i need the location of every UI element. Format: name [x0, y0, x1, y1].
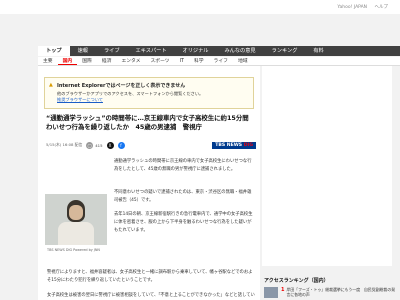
- notice-title: Internet Explorerではページを正しく表示できません: [57, 83, 186, 89]
- help-link[interactable]: ヘルプ: [375, 5, 389, 10]
- publish-date: 5/15(木) 16:08 配信: [46, 142, 83, 147]
- global-nav: トップ 速報 ライブ エキスパート オリジナル みんなの意見 ランキング 有料: [38, 46, 400, 56]
- top-links: Yahoo! JAPAN ヘルプ: [331, 4, 388, 10]
- nav-top[interactable]: トップ: [38, 46, 70, 56]
- tab-international[interactable]: 国際: [77, 57, 97, 65]
- tab-it[interactable]: IT: [175, 57, 189, 65]
- nav-expert[interactable]: エキスパート: [128, 46, 175, 56]
- tab-main[interactable]: 主要: [38, 57, 58, 65]
- article-paragraph-4: 警視庁によりますと、福井容疑者は、女子高校生と一緒に調布駅から乗車していて、幡ヶ…: [47, 270, 253, 283]
- ranking-title: アクセスランキング（国内）: [264, 278, 329, 284]
- article-meta: 5/15(木) 16:08 配信 ◯ 415 X f TBS NEWS DIG: [46, 140, 256, 150]
- tab-local[interactable]: 地域: [233, 57, 253, 65]
- article-title: “通勤通学ラッシュ”の時間帯に…京王線車内で女子高校生に約15分間わいせつ行為を…: [46, 114, 249, 132]
- sidebar-blank: [262, 66, 392, 266]
- ranking-item[interactable]: 1 岸田「フーズ・トゥ」総裁選挙にもう一度 自民党副総裁の発言に各地の声: [264, 287, 398, 298]
- x-share-icon[interactable]: X: [106, 141, 114, 149]
- article-panel: ▲ Internet Explorerではページを正しく表示できません 他のブラ…: [38, 66, 260, 300]
- article-paragraph-5: 女子高校生は被害の翌日に警視庁に被害相談をしていて、「不意と上ることができなかっ…: [47, 293, 255, 298]
- article-photo[interactable]: [45, 194, 107, 245]
- tab-sports[interactable]: スポーツ: [145, 57, 174, 65]
- article-paragraph-2: 不同意わいせつの疑いで逮捕されたのは、東京・渋谷区の無職・福井雄司被告（45）で…: [114, 190, 252, 203]
- tab-science[interactable]: 科学: [189, 57, 209, 65]
- nav-opinion[interactable]: みんなの意見: [216, 46, 263, 56]
- comment-count[interactable]: 415: [95, 143, 102, 148]
- yahoo-japan-link[interactable]: Yahoo! JAPAN: [337, 5, 367, 10]
- article-paragraph-1: 通勤通学ラッシュの時間帯に京王線の車内で女子高校生にわいせつな行為をしたとして、…: [114, 159, 252, 172]
- source-logo[interactable]: TBS NEWS DIG: [212, 141, 256, 149]
- tab-entertainment[interactable]: エンタメ: [116, 57, 145, 65]
- ranking-thumbnail: [264, 287, 278, 298]
- browser-notice: ▲ Internet Explorerではページを正しく表示できません 他のブラ…: [44, 77, 254, 109]
- category-nav: 主要 国内 国際 経済 エンタメ スポーツ IT 科学 ライフ 地域: [38, 57, 400, 66]
- ranking-text: 岸田「フーズ・トゥ」総裁選挙にもう一度 自民党副総裁の発言に各地の声: [286, 287, 396, 298]
- nav-paid[interactable]: 有料: [305, 46, 331, 56]
- warning-icon: ▲: [49, 82, 53, 88]
- article-paragraph-3: 去年14日の朝、京王線新宿駅行きの急行電車内で、通学中の女子高校生に体を密着させ…: [114, 212, 253, 233]
- tab-economy[interactable]: 経済: [97, 57, 117, 65]
- facebook-share-icon[interactable]: f: [117, 141, 125, 149]
- nav-breaking[interactable]: 速報: [70, 46, 96, 56]
- tab-life[interactable]: ライフ: [209, 57, 233, 65]
- ranking-number: 1: [281, 287, 285, 293]
- nav-live[interactable]: ライブ: [96, 46, 128, 56]
- nav-original[interactable]: オリジナル: [175, 46, 217, 56]
- tab-domestic[interactable]: 国内: [57, 57, 78, 65]
- comment-icon[interactable]: ◯: [86, 141, 94, 149]
- notice-body: 他のブラウザーかアプリでのアクセスを、スマートフォンから閲覧ください。: [57, 91, 204, 96]
- top-bar: Yahoo! JAPAN ヘルプ: [0, 0, 400, 14]
- recommended-browser-link[interactable]: 推奨ブラウザーについて: [57, 97, 103, 103]
- photo-caption: TBS NEWS DIG Powered by JNN: [47, 248, 100, 252]
- nav-ranking[interactable]: ランキング: [264, 46, 306, 56]
